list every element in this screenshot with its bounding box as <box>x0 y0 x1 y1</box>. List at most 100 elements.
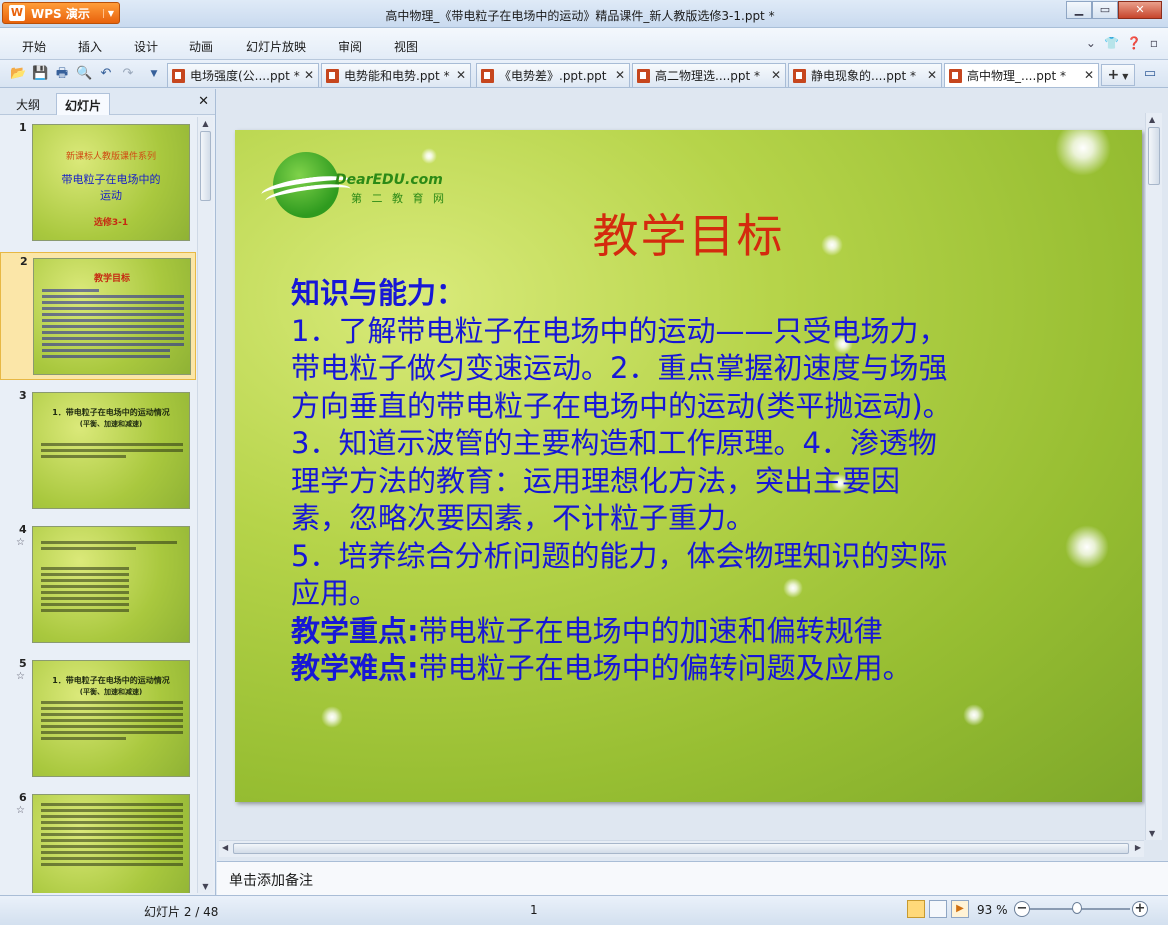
slide-thumbnail-4[interactable]: 4 ☆ <box>0 521 196 649</box>
current-slide[interactable]: DearEDU.com 第 二 教 育 网 教学目标 知识与能力： 1．了解带电… <box>235 130 1142 802</box>
scrollbar-thumb[interactable] <box>233 843 1129 854</box>
ppt-file-icon <box>793 68 806 83</box>
menu-animation[interactable]: 动画 <box>189 38 213 55</box>
scroll-left-icon[interactable]: ◀ <box>222 843 228 852</box>
horizontal-scrollbar[interactable]: ◀ ▶ <box>219 840 1144 857</box>
document-tab[interactable]: 电势能和电势.ppt * ✕ <box>321 63 471 87</box>
document-tab[interactable]: 电场强度(公....ppt * ✕ <box>167 63 319 87</box>
undo-icon[interactable]: ↶ <box>98 66 114 82</box>
difficulty-label: 教学难点: <box>291 651 419 685</box>
zoom-in-button[interactable]: + <box>1132 901 1148 917</box>
animation-star-icon: ☆ <box>16 805 25 816</box>
print-preview-icon[interactable]: 🔍 <box>76 66 92 82</box>
thumbnail-text: 带电粒子在电场中的 <box>61 173 161 186</box>
tab-label: 电势能和电势.ppt * <box>344 69 450 83</box>
zoom-slider-handle[interactable] <box>1072 902 1082 914</box>
slide-sorter-view-button[interactable] <box>929 900 947 918</box>
tab-list-icon[interactable]: ▭ <box>1142 66 1158 82</box>
tab-outline[interactable]: 大纲 <box>8 93 48 115</box>
thumbnail-text: 新课标人教版课件系列 <box>65 152 156 162</box>
notes-pane[interactable]: 单击添加备注 <box>217 861 1168 895</box>
key-point-text: 带电粒子在电场中的加速和偏转规律 <box>418 613 883 648</box>
print-icon[interactable]: 🖶 <box>54 66 70 82</box>
wps-app-menu-button[interactable]: W WPS 演示 ▼ <box>2 2 120 24</box>
menu-design[interactable]: 设计 <box>134 38 158 55</box>
scroll-up-icon[interactable]: ▲ <box>1149 115 1155 124</box>
scrollbar-thumb[interactable] <box>200 131 211 201</box>
maximize-button[interactable]: ▭ <box>1092 1 1118 19</box>
menu-start[interactable]: 开始 <box>22 38 46 55</box>
body-line: 3．知道示波管的主要构造和工作原理。4．渗透物 <box>291 426 937 460</box>
close-panel-icon[interactable]: ✕ <box>198 94 209 109</box>
status-value: 1 <box>530 903 538 917</box>
close-tab-icon[interactable]: ✕ <box>1084 68 1094 82</box>
tab-slides[interactable]: 幻灯片 <box>56 93 111 115</box>
slide-thumbnail-3[interactable]: 3 1．带电粒子在电场中的运动情况 (平衡、加速和减速) <box>0 387 196 515</box>
save-icon[interactable]: 💾 <box>32 66 48 82</box>
close-tab-icon[interactable]: ✕ <box>771 68 781 82</box>
slide-thumbnail-2[interactable]: 2 教学目标 <box>0 252 196 380</box>
tab-label: 高二物理选....ppt * <box>655 69 761 83</box>
tab-label: 高中物理_....ppt * <box>967 69 1067 83</box>
scroll-up-icon[interactable]: ▲ <box>198 119 213 128</box>
window-title: 高中物理_《带电粒子在电场中的运动》精品课件_新人教版选修3-1.ppt * <box>385 9 775 23</box>
slide-editing-area: DearEDU.com 第 二 教 育 网 教学目标 知识与能力： 1．了解带电… <box>217 89 1168 860</box>
scroll-down-icon[interactable]: ▼ <box>198 882 213 891</box>
tab-label: 静电现象的....ppt * <box>811 69 917 83</box>
thumbnail-scrollbar[interactable]: ▲ ▼ <box>197 117 213 893</box>
close-tab-icon[interactable]: ✕ <box>615 68 625 82</box>
slide-thumbnail-6[interactable]: 6 ☆ <box>0 789 196 893</box>
new-tab-button[interactable]: + ▼ <box>1101 64 1135 86</box>
app-name: WPS 演示 <box>31 6 90 21</box>
slide-thumbnail-image <box>32 794 190 893</box>
open-folder-icon[interactable]: 📂 <box>10 66 26 82</box>
close-tab-icon[interactable]: ✕ <box>304 68 314 82</box>
light-orb-decoration <box>1055 130 1111 176</box>
thumbnail-text: 选修3-1 <box>93 218 129 228</box>
menu-view[interactable]: 视图 <box>394 38 418 55</box>
minimize-button[interactable]: ▁ <box>1066 1 1092 19</box>
normal-view-button[interactable] <box>907 900 925 918</box>
slide-thumbnail-1[interactable]: 1 新课标人教版课件系列 带电粒子在电场中的 运动 选修3-1 <box>0 119 196 247</box>
chevron-down-icon[interactable]: ⌄ <box>1086 36 1096 50</box>
menu-slideshow[interactable]: 幻灯片放映 <box>246 38 306 55</box>
restore-icon[interactable]: ▫ <box>1150 36 1158 50</box>
body-line: 素，忽略次要因素，不计粒子重力。 <box>291 501 756 535</box>
close-tab-icon[interactable]: ✕ <box>927 68 937 82</box>
slide-body-text[interactable]: 知识与能力： 1．了解带电粒子在电场中的运动——只受电场力， 带电粒子做匀变速运… <box>291 275 1091 688</box>
menu-bar: 开始 插入 设计 动画 幻灯片放映 审阅 视图 ⌄ 👕 ❓ ▫ <box>0 28 1168 60</box>
scroll-right-icon[interactable]: ▶ <box>1135 843 1141 852</box>
body-line: 方向垂直的带电粒子在电场中的运动(类平抛运动)。 <box>291 388 952 423</box>
scroll-down-icon[interactable]: ▼ <box>1149 829 1155 838</box>
zoom-level: 93 % <box>977 903 1008 917</box>
document-tab[interactable]: 《电势差》.ppt.ppt ✕ <box>476 63 630 87</box>
key-point-label: 教学重点: <box>291 613 419 648</box>
scrollbar-thumb[interactable] <box>1148 127 1160 185</box>
thumbnail-text: (平衡、加速和减速) <box>79 688 143 696</box>
ppt-file-icon <box>481 68 494 83</box>
light-orb-decoration <box>321 706 343 728</box>
document-tab[interactable]: 静电现象的....ppt * ✕ <box>788 63 942 87</box>
close-window-button[interactable]: ✕ <box>1118 1 1162 19</box>
document-tab[interactable]: 高二物理选....ppt * ✕ <box>632 63 786 87</box>
skin-icon[interactable]: 👕 <box>1104 36 1119 50</box>
slide-thumbnail-5[interactable]: 5 ☆ 1．带电粒子在电场中的运动情况 (平衡、加速和减速) <box>0 655 196 783</box>
slide-thumbnail-image: 新课标人教版课件系列 带电粒子在电场中的 运动 选修3-1 <box>32 124 190 241</box>
slide-title[interactable]: 教学目标 <box>235 200 1142 266</box>
help-icon[interactable]: ❓ <box>1127 36 1142 50</box>
difficulty-line: 教学难点:带电粒子在电场中的偏转问题及应用。 <box>291 650 1091 688</box>
document-tab-active[interactable]: 高中物理_....ppt * ✕ <box>944 63 1099 87</box>
menu-review[interactable]: 审阅 <box>338 38 362 55</box>
close-tab-icon[interactable]: ✕ <box>456 68 466 82</box>
slideshow-view-button[interactable]: ▶ <box>951 900 969 918</box>
ppt-file-icon <box>637 68 650 83</box>
thumbnail-text: 1．带电粒子在电场中的运动情况 <box>52 676 170 685</box>
vertical-scrollbar[interactable]: ▲ ▼ <box>1145 113 1162 840</box>
wps-logo-icon: W <box>9 5 25 21</box>
zoom-out-button[interactable]: − <box>1014 901 1030 917</box>
slide-number: 4 <box>19 523 27 536</box>
menu-insert[interactable]: 插入 <box>78 38 102 55</box>
ppt-file-icon <box>949 68 962 83</box>
quick-access-dropdown-icon[interactable]: ▼ <box>146 66 162 82</box>
redo-icon[interactable]: ↷ <box>120 66 136 82</box>
